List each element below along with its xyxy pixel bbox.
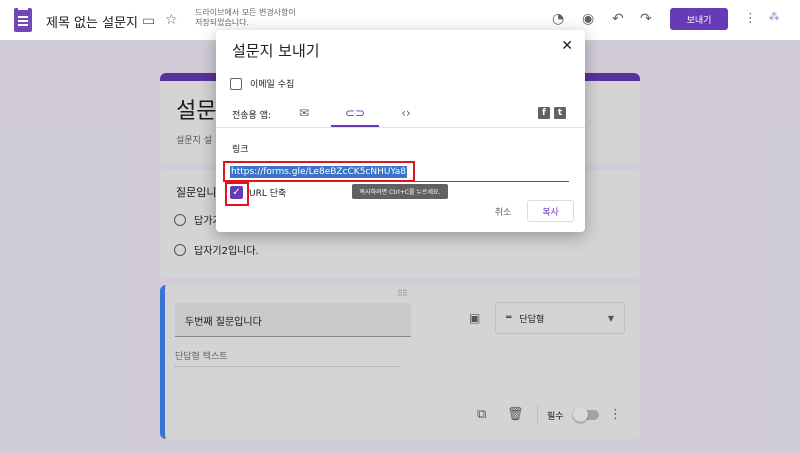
- tabs-divider: [216, 127, 585, 128]
- avatar[interactable]: ⁂: [764, 10, 784, 30]
- shorten-url-label: URL 단축: [249, 189, 287, 199]
- copy-tooltip: 복사하려면 Ctrl+C를 누르세요.: [352, 184, 448, 199]
- mail-icon: ✉: [298, 106, 310, 120]
- collect-email-checkbox[interactable]: [230, 77, 242, 90]
- twitter-icon[interactable]: t: [554, 107, 566, 119]
- send-form-dialog: 설문지 보내기 ✕ 이메일 수집 전송용 앱: ✉ ⊂⊃ ‹› f t 링크 h…: [216, 30, 585, 232]
- forms-app-icon[interactable]: [14, 8, 32, 32]
- palette-icon[interactable]: ◔: [552, 11, 564, 27]
- link-icon: ⊂⊃: [344, 106, 366, 120]
- tab-link[interactable]: ⊂⊃: [331, 103, 379, 127]
- tab-embed[interactable]: ‹›: [382, 103, 430, 127]
- save-status: 드라이브에서 모든 변경사항이 저장되었습니다.: [195, 8, 296, 27]
- redo-icon[interactable]: ↷: [640, 11, 652, 27]
- eye-icon[interactable]: ◉: [582, 11, 594, 27]
- more-vert-icon[interactable]: ⋮: [744, 11, 757, 26]
- folder-icon[interactable]: ▭: [142, 13, 155, 29]
- copy-button[interactable]: 복사: [527, 200, 574, 222]
- collect-email-label: 이메일 수집: [250, 80, 295, 90]
- facebook-icon[interactable]: f: [538, 107, 550, 119]
- highlight-checkbox-box: [225, 182, 249, 206]
- tab-email[interactable]: ✉: [280, 103, 328, 127]
- embed-code-icon: ‹›: [401, 106, 411, 120]
- send-button[interactable]: 보내기: [670, 8, 728, 30]
- close-icon[interactable]: ✕: [561, 38, 573, 54]
- collect-email-row[interactable]: 이메일 수집: [230, 77, 294, 90]
- cancel-button[interactable]: 취소: [486, 200, 520, 222]
- send-via-label: 전송용 앱:: [232, 111, 272, 121]
- undo-icon[interactable]: ↶: [612, 11, 624, 27]
- dialog-title: 설문지 보내기: [232, 42, 320, 60]
- star-icon[interactable]: ☆: [165, 12, 178, 28]
- highlight-link-box: [223, 161, 415, 182]
- link-section-label: 링크: [232, 145, 249, 155]
- document-title[interactable]: 제목 없는 설문지: [46, 12, 138, 31]
